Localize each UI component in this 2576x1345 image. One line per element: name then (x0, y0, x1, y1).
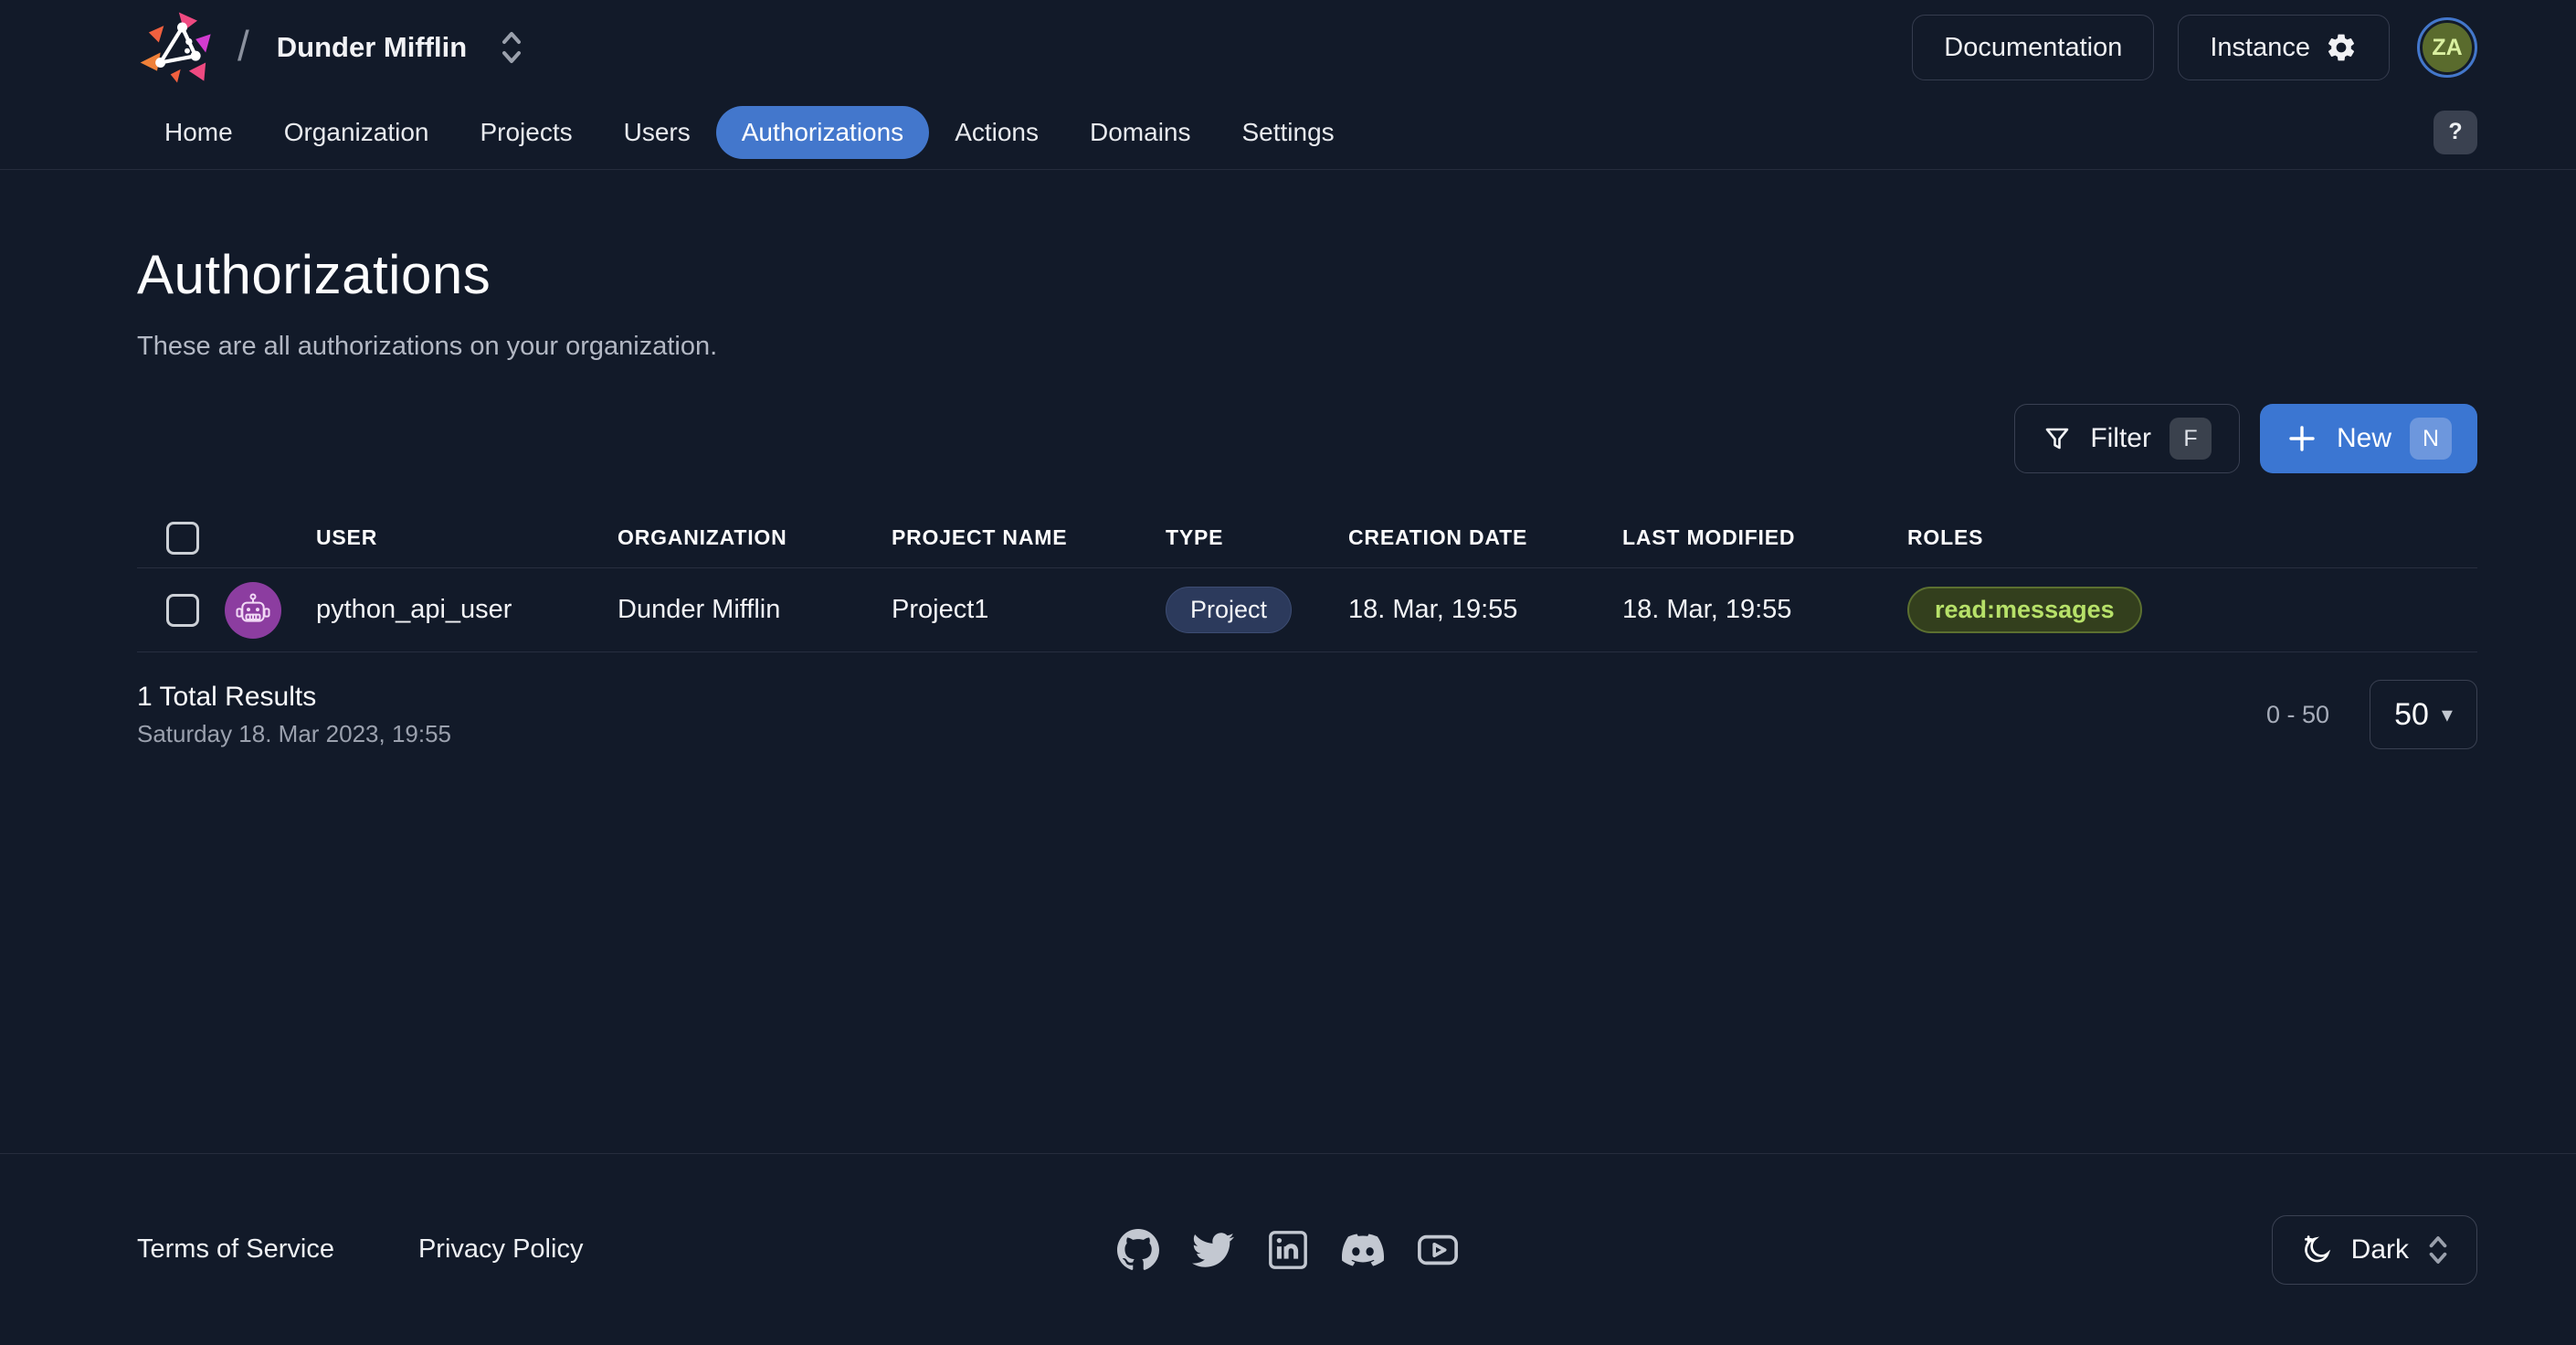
new-button[interactable]: New N (2259, 404, 2477, 473)
terms-link[interactable]: Terms of Service (137, 1234, 334, 1265)
documentation-button[interactable]: Documentation (1912, 15, 2155, 80)
page-subtitle: These are all authorizations on your org… (137, 332, 718, 361)
nav-item-organization[interactable]: Organization (259, 106, 455, 159)
filter-shortcut-badge: F (2169, 418, 2212, 460)
gear-icon (2325, 31, 2358, 64)
github-icon[interactable] (1117, 1228, 1159, 1271)
filter-button[interactable]: Filter F (2014, 404, 2240, 473)
cell-project-name: Project1 (892, 595, 989, 624)
social-icons (1117, 1228, 1459, 1271)
cell-creation-date: 18. Mar, 19:55 (1348, 595, 1518, 624)
total-results: 1 Total Results (137, 681, 317, 712)
top-bar: / Dunder Mifflin Documentation Instance … (0, 0, 2576, 95)
youtube-icon[interactable] (1417, 1229, 1459, 1271)
moon-icon (2298, 1232, 2335, 1268)
results-bar: 1 Total Results Saturday 18. Mar 2023, 1… (137, 680, 2477, 749)
dropdown-caret-icon: ▾ (2441, 702, 2453, 727)
theme-label: Dark (2350, 1234, 2409, 1265)
col-roles: ROLES (1907, 525, 1984, 549)
new-shortcut-badge: N (2410, 418, 2452, 460)
nav-item-authorizations[interactable]: Authorizations (715, 105, 930, 159)
page-size-select[interactable]: 50 ▾ (2370, 680, 2477, 749)
col-user: USER (316, 525, 378, 549)
authorizations-table: USER ORGANIZATION PROJECT NAME TYPE CREA… (137, 508, 2477, 652)
page-footer: Terms of Service Privacy Policy Dark (0, 1153, 2576, 1345)
breadcrumb-slash: / (238, 22, 249, 69)
col-type: TYPE (1166, 525, 1224, 549)
zitadel-logo-icon[interactable] (137, 7, 217, 88)
instance-label: Instance (2210, 32, 2310, 62)
cell-user: python_api_user (316, 595, 512, 624)
linkedin-icon[interactable] (1267, 1229, 1309, 1271)
instance-button[interactable]: Instance (2178, 15, 2390, 80)
nav-item-actions[interactable]: Actions (929, 106, 1064, 159)
table-header-row: USER ORGANIZATION PROJECT NAME TYPE CREA… (137, 508, 2477, 568)
pagination-range: 0 - 50 (2265, 700, 2329, 728)
help-button[interactable]: ? (2433, 110, 2477, 154)
avatar-initials: ZA (2432, 34, 2463, 60)
nav-item-projects[interactable]: Projects (454, 106, 597, 159)
table-toolbar: Filter F New N (137, 404, 2477, 473)
twitter-icon[interactable] (1192, 1229, 1234, 1271)
col-last-modified: LAST MODIFIED (1622, 525, 1796, 549)
page-title: Authorizations (137, 244, 491, 305)
col-organization: ORGANIZATION (618, 525, 787, 549)
theme-select[interactable]: Dark (2271, 1214, 2477, 1285)
cell-organization: Dunder Mifflin (618, 595, 781, 624)
new-label: New (2336, 423, 2391, 453)
role-badge: read:messages (1907, 587, 2142, 633)
filter-label: Filter (2090, 423, 2151, 453)
org-name: Dunder Mifflin (276, 31, 468, 63)
filter-icon (2043, 424, 2072, 453)
theme-updown-chevron-icon (2425, 1232, 2451, 1268)
nav-item-home[interactable]: Home (139, 106, 259, 159)
nav-item-domains[interactable]: Domains (1064, 106, 1216, 159)
table-row[interactable]: python_api_user Dunder Mifflin Project1 … (137, 568, 2477, 652)
select-all-checkbox[interactable] (166, 521, 199, 555)
results-timestamp: Saturday 18. Mar 2023, 19:55 (137, 719, 452, 747)
robot-avatar-icon (225, 581, 281, 639)
col-creation-date: CREATION DATE (1348, 525, 1528, 549)
documentation-label: Documentation (1944, 32, 2123, 62)
col-project-name: PROJECT NAME (892, 525, 1068, 549)
discord-icon[interactable] (1342, 1229, 1384, 1271)
type-badge: Project (1166, 587, 1293, 633)
main-content: Authorizations These are all authorizati… (0, 243, 2576, 749)
page-size-value: 50 (2394, 696, 2429, 732)
nav-item-users[interactable]: Users (598, 106, 716, 159)
plus-icon (2286, 422, 2318, 455)
main-nav: Home Organization Projects Users Authori… (0, 95, 2576, 170)
org-switcher-icon[interactable] (498, 28, 525, 67)
privacy-link[interactable]: Privacy Policy (418, 1234, 584, 1265)
user-avatar[interactable]: ZA (2417, 17, 2477, 78)
row-checkbox[interactable] (166, 593, 199, 627)
cell-last-modified: 18. Mar, 19:55 (1622, 595, 1792, 624)
nav-item-settings[interactable]: Settings (1217, 106, 1360, 159)
